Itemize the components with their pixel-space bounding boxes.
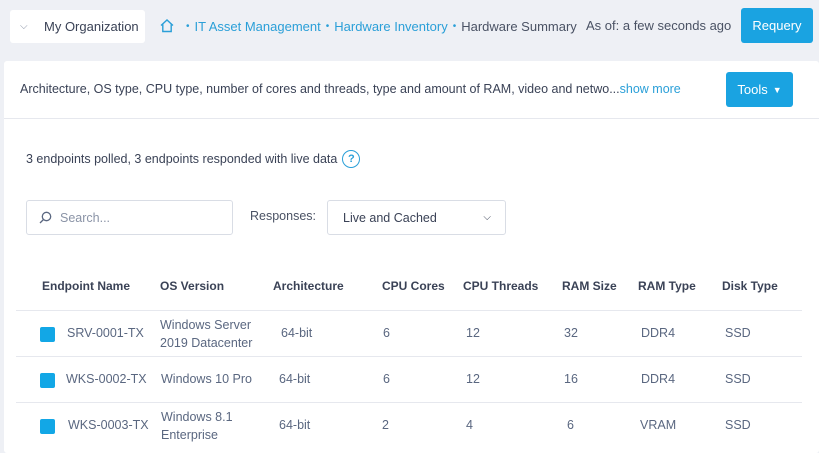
cell-architecture: 64-bit	[281, 326, 313, 340]
description-row: Architecture, OS type, CPU type, number …	[4, 61, 819, 119]
description-body: Architecture, OS type, CPU type, number …	[20, 82, 620, 96]
show-more-link[interactable]: show more	[620, 82, 681, 96]
organization-select[interactable]: ⌵ My Organization	[10, 10, 145, 43]
cell-cpu-cores: 2	[382, 418, 389, 432]
breadcrumb-separator: •	[452, 20, 457, 32]
cell-os-version: Windows 10 Pro	[161, 372, 253, 386]
cell-endpoint-name[interactable]: SRV-0001-TX	[67, 326, 144, 340]
status-text: 3 endpoints polled, 3 endpoints responde…	[26, 150, 361, 168]
table-row[interactable]: WKS-0003-TX Windows 8.1 Enterprise 64-bi…	[16, 402, 802, 448]
column-header-os-version[interactable]: OS Version	[160, 279, 224, 293]
row-checkbox[interactable]	[40, 373, 55, 388]
table-body: SRV-0001-TX Windows Server 2019 Datacent…	[16, 310, 802, 448]
breadcrumb-separator: •	[325, 20, 330, 32]
column-header-cpu-threads[interactable]: CPU Threads	[463, 279, 538, 293]
column-header-disk-type[interactable]: Disk Type	[722, 279, 778, 293]
responses-value: Live and Cached	[343, 210, 437, 225]
help-icon[interactable]: ?	[342, 150, 361, 168]
column-header-endpoint-name[interactable]: Endpoint Name	[42, 279, 130, 293]
cell-endpoint-name[interactable]: WKS-0003-TX	[68, 418, 149, 432]
cell-ram-type: VRAM	[640, 418, 677, 432]
cell-os-version: Windows Server 2019 Datacenter	[160, 318, 253, 350]
breadcrumb-current: Hardware Summary	[461, 18, 577, 34]
breadcrumb: • IT Asset Management • Hardware Invento…	[159, 18, 577, 34]
cell-ram-size: 16	[564, 372, 578, 386]
caret-down-icon: ▼	[772, 84, 782, 95]
tools-label: Tools	[737, 82, 768, 97]
home-icon[interactable]	[159, 18, 175, 34]
row-checkbox[interactable]	[40, 419, 55, 434]
breadcrumb-link-hardware-inventory[interactable]: Hardware Inventory	[334, 19, 447, 34]
search-icon	[39, 211, 52, 224]
row-checkbox[interactable]	[40, 327, 55, 342]
cell-cpu-cores: 6	[383, 372, 390, 386]
responses-label: Responses:	[250, 209, 317, 223]
cell-disk-type: SSD	[725, 326, 751, 340]
cell-disk-type: SSD	[725, 418, 751, 432]
cell-cpu-threads: 12	[466, 326, 480, 340]
chevron-down-icon: ⌵	[20, 21, 28, 32]
cell-endpoint-name[interactable]: WKS-0002-TX	[66, 372, 147, 386]
cell-ram-type: DDR4	[641, 326, 676, 340]
organization-label: My Organization	[44, 19, 139, 34]
cell-ram-size: 32	[564, 326, 578, 340]
column-header-cpu-cores[interactable]: CPU Cores	[382, 279, 445, 293]
table-row[interactable]: SRV-0001-TX Windows Server 2019 Datacent…	[16, 310, 802, 356]
cell-cpu-threads: 4	[466, 418, 473, 432]
description-text: Architecture, OS type, CPU type, number …	[20, 82, 681, 96]
chevron-down-icon: ⌵	[483, 212, 491, 223]
cell-architecture: 64-bit	[279, 418, 311, 432]
status-label: 3 endpoints polled, 3 endpoints responde…	[26, 152, 338, 166]
tools-button[interactable]: Tools ▼	[726, 72, 793, 107]
last-updated-text: As of: a few seconds ago	[586, 18, 732, 33]
cell-ram-type: DDR4	[641, 372, 676, 386]
search-field[interactable]	[26, 200, 233, 235]
search-input[interactable]	[60, 210, 220, 225]
cell-architecture: 64-bit	[279, 372, 311, 386]
breadcrumb-link-asset-management[interactable]: IT Asset Management	[195, 19, 321, 34]
breadcrumb-separator: •	[186, 20, 190, 32]
cell-cpu-threads: 12	[466, 372, 480, 386]
table-header: Endpoint Name OS Version Architecture CP…	[4, 271, 819, 309]
cell-os-version: Windows 8.1 Enterprise	[161, 410, 233, 442]
cell-disk-type: SSD	[725, 372, 751, 386]
cell-cpu-cores: 6	[383, 326, 390, 340]
cell-ram-size: 6	[567, 418, 574, 432]
column-header-architecture[interactable]: Architecture	[273, 279, 344, 293]
column-header-ram-type[interactable]: RAM Type	[638, 279, 696, 293]
table-row[interactable]: WKS-0002-TX Windows 10 Pro 64-bit 6 12 1…	[16, 356, 802, 402]
top-bar: ⌵ My Organization • IT Asset Management …	[0, 0, 819, 56]
hardware-summary-panel: Architecture, OS type, CPU type, number …	[4, 61, 819, 453]
column-header-ram-size[interactable]: RAM Size	[562, 279, 617, 293]
requery-button[interactable]: Requery	[741, 8, 813, 43]
responses-select[interactable]: Live and Cached ⌵	[327, 200, 506, 235]
